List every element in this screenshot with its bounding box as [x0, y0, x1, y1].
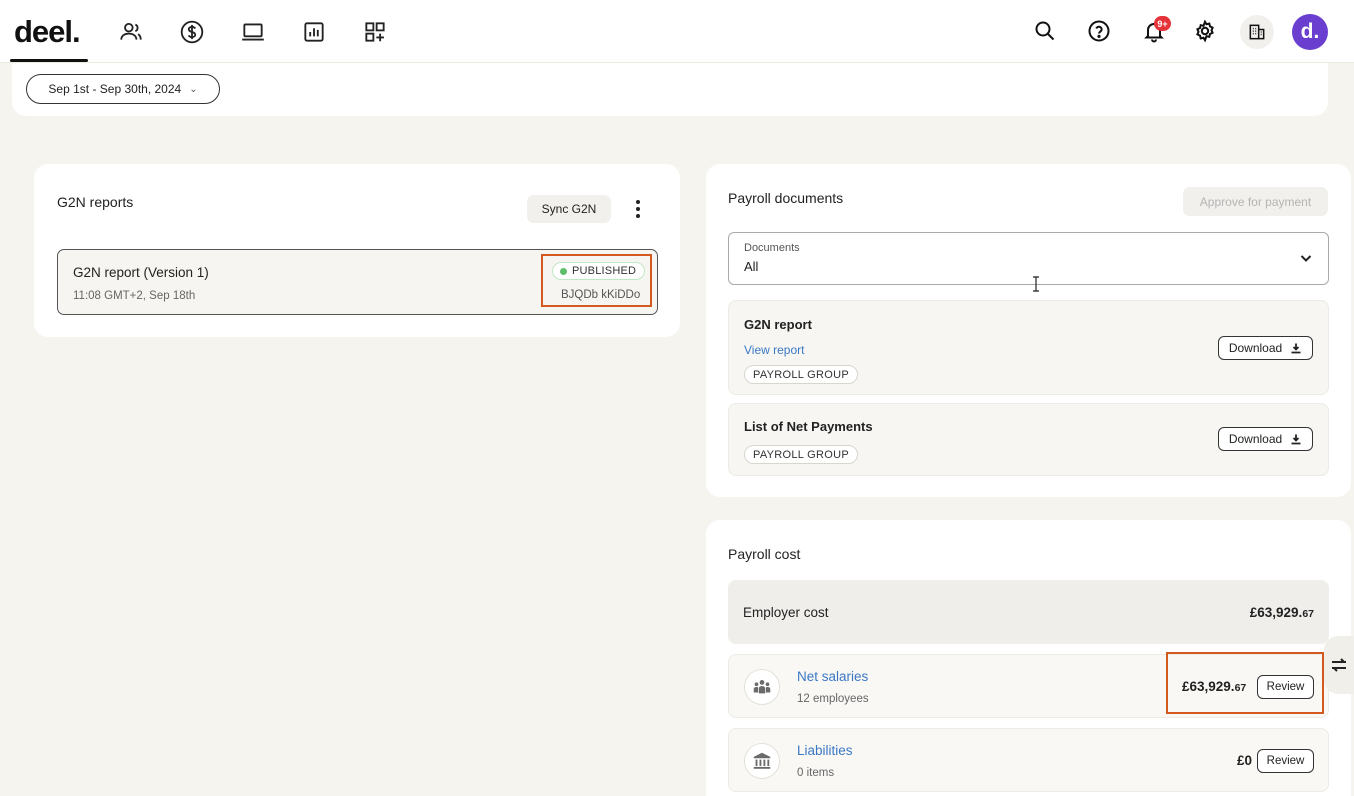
user-avatar[interactable]: d. — [1292, 14, 1328, 50]
search-icon[interactable] — [1029, 15, 1061, 47]
active-nav-indicator — [10, 59, 88, 62]
text-cursor-icon — [1033, 276, 1039, 292]
download-label: Download — [1228, 341, 1283, 355]
sync-g2n-button[interactable]: Sync G2N — [527, 195, 611, 223]
payroll-group-tag: PAYROLL GROUP — [744, 445, 858, 464]
deel-logo[interactable]: deel. — [14, 14, 81, 50]
liabilities-amount: £0 — [1237, 753, 1253, 768]
review-liabilities-button[interactable]: Review — [1257, 749, 1314, 773]
document-row-net-payments: List of Net Payments PAYROLL GROUP Downl… — [728, 403, 1329, 476]
net-salaries-row: Net salaries 12 employees £63,929.67 Rev… — [728, 654, 1329, 718]
download-icon — [1291, 434, 1301, 445]
document-title: G2N report — [744, 317, 812, 332]
date-range-picker[interactable]: Sep 1st - Sep 30th, 2024 ⌄ — [26, 74, 220, 104]
payroll-documents-title: Payroll documents — [728, 190, 844, 206]
top-navigation-bar: deel. 9+ d. — [0, 0, 1354, 63]
group-people-icon — [744, 669, 780, 705]
download-button[interactable]: Download — [1218, 427, 1313, 451]
view-report-link[interactable]: View report — [744, 343, 804, 357]
liabilities-link[interactable]: Liabilities — [797, 743, 853, 758]
settings-gear-icon[interactable] — [1189, 15, 1221, 47]
filters-adjust-icon[interactable] — [1324, 636, 1354, 694]
net-salaries-link[interactable]: Net salaries — [797, 669, 868, 684]
more-options-icon[interactable] — [629, 197, 647, 221]
help-icon[interactable] — [1083, 15, 1115, 47]
report-author: BJQDb kKiDDo — [561, 289, 641, 301]
liabilities-count: 0 items — [797, 767, 835, 779]
chart-icon[interactable] — [300, 18, 328, 46]
g2n-report-item[interactable]: G2N report (Version 1) 11:08 GMT+2, Sep … — [57, 249, 658, 315]
bank-icon — [744, 743, 780, 779]
g2n-reports-card: G2N reports Sync G2N G2N report (Version… — [34, 164, 680, 337]
download-button[interactable]: Download — [1218, 336, 1313, 360]
apps-add-icon[interactable] — [361, 18, 389, 46]
chevron-down-icon — [1298, 250, 1314, 266]
net-salaries-amount: £63,929.67 — [1182, 679, 1247, 694]
documents-select-label: Documents — [744, 242, 800, 254]
approve-for-payment-button[interactable]: Approve for payment — [1183, 187, 1328, 216]
laptop-icon[interactable] — [239, 18, 267, 46]
status-badge: PUBLISHED — [552, 262, 646, 280]
dollar-icon[interactable] — [178, 18, 206, 46]
report-timestamp: 11:08 GMT+2, Sep 18th — [73, 290, 196, 302]
people-icon[interactable] — [117, 18, 145, 46]
download-icon — [1291, 343, 1301, 354]
review-net-salaries-button[interactable]: Review — [1257, 675, 1314, 699]
document-title: List of Net Payments — [744, 419, 873, 434]
status-label: PUBLISHED — [572, 265, 637, 277]
g2n-reports-title: G2N reports — [57, 194, 134, 210]
payroll-documents-card: Payroll documents Approve for payment Do… — [706, 164, 1351, 497]
document-row-g2n-report: G2N report View report PAYROLL GROUP Dow… — [728, 300, 1329, 395]
notifications-bell-icon[interactable]: 9+ — [1138, 15, 1171, 47]
download-label: Download — [1228, 432, 1283, 446]
payroll-group-tag: PAYROLL GROUP — [744, 365, 858, 384]
employer-cost-amount: £63,929.67 — [1249, 605, 1314, 620]
employer-cost-row: Employer cost £63,929.67 — [728, 580, 1329, 644]
notification-badge: 9+ — [1154, 16, 1171, 31]
documents-select-value: All — [744, 259, 759, 274]
liabilities-row: Liabilities 0 items £0 Review — [728, 728, 1329, 792]
report-name: G2N report (Version 1) — [73, 265, 209, 280]
payroll-cost-card: Payroll cost Employer cost £63,929.67 Ne… — [706, 520, 1351, 796]
status-dot — [560, 267, 567, 275]
employer-cost-label: Employer cost — [743, 605, 829, 620]
filter-bar: Sep 1st - Sep 30th, 2024 ⌄ — [12, 63, 1328, 116]
chevron-down-icon: ⌄ — [189, 83, 198, 95]
organization-building-icon[interactable] — [1240, 15, 1274, 49]
payroll-cost-title: Payroll cost — [728, 546, 801, 562]
net-salaries-count: 12 employees — [797, 693, 869, 705]
documents-select[interactable]: Documents All — [728, 232, 1329, 285]
date-range-label: Sep 1st - Sep 30th, 2024 — [48, 82, 182, 96]
